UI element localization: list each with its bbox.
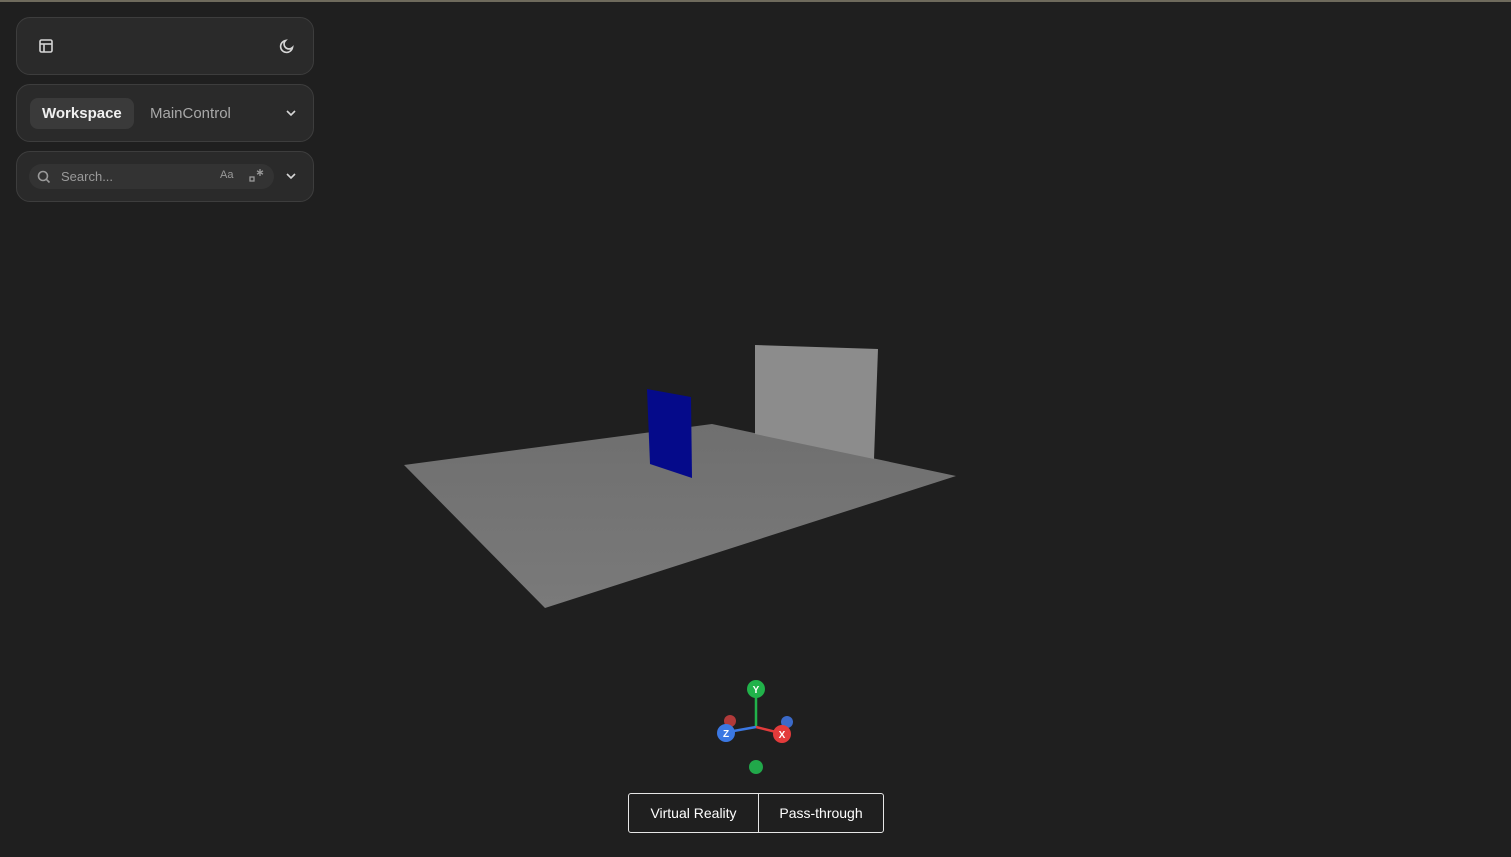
tabs-panel: Workspace MainControl <box>16 84 314 142</box>
search-icon <box>37 170 51 184</box>
header-panel <box>16 17 314 75</box>
tab-workspace[interactable]: Workspace <box>30 98 134 129</box>
match-case-toggle[interactable]: Aa <box>220 169 233 181</box>
moon-icon[interactable] <box>273 32 301 60</box>
xr-mode-toggle: Virtual Reality Pass-through <box>628 793 884 833</box>
regex-icon[interactable] <box>248 166 266 184</box>
search-options-chevron-icon[interactable] <box>277 162 305 190</box>
search-panel: Aa <box>16 151 314 202</box>
viewport[interactable]: Y X Z Workspace MainControl Aa <box>0 0 1511 857</box>
chevron-down-icon[interactable] <box>277 99 305 127</box>
top-border <box>0 0 1511 2</box>
z-axis-label: Z <box>723 729 729 740</box>
pass-through-button[interactable]: Pass-through <box>759 794 883 832</box>
y-axis-label: Y <box>753 685 760 696</box>
gizmo-origin-dot <box>749 760 763 774</box>
axis-gizmo[interactable]: Y X Z <box>717 680 793 774</box>
tab-maincontrol[interactable]: MainControl <box>138 98 243 129</box>
search-input[interactable] <box>59 168 213 185</box>
x-axis-label: X <box>779 730 786 741</box>
search-box: Aa <box>29 164 274 189</box>
blue-panel[interactable] <box>647 389 692 478</box>
panel-layout-icon[interactable] <box>32 32 60 60</box>
virtual-reality-button[interactable]: Virtual Reality <box>629 794 759 832</box>
